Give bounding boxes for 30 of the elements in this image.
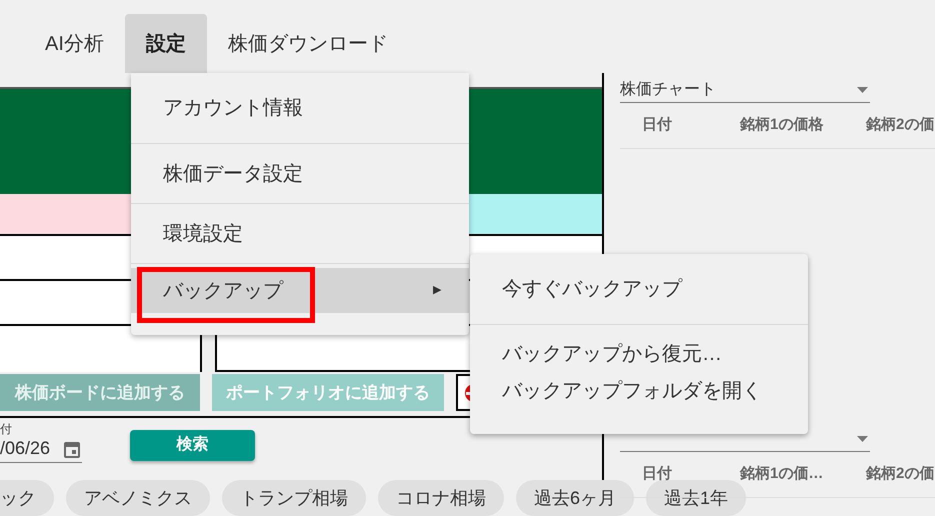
column-header: 日付: [642, 115, 673, 136]
menu-tab[interactable]: 株価ダウンロード: [206, 14, 409, 73]
caret-icon: [857, 436, 868, 442]
chart-select[interactable]: 株価チャート: [620, 78, 870, 103]
submenu-arrow: ▶: [433, 283, 441, 298]
column-header: 銘柄2の価: [866, 115, 934, 136]
column-header: 銘柄1の価格: [740, 115, 824, 136]
menu-item[interactable]: バックアップ ▶: [131, 268, 469, 313]
menu-tab[interactable]: 設定: [124, 14, 207, 73]
menu-item[interactable]: バックアップから復元…: [470, 335, 808, 372]
menu-item[interactable]: 今すぐバックアップ: [470, 266, 808, 312]
field-label: 付: [0, 422, 13, 436]
column-header: 銘柄2の価: [866, 464, 934, 484]
search-button[interactable]: 検索: [130, 430, 255, 461]
input-field[interactable]: [0, 326, 202, 372]
preset-chip[interactable]: ック: [0, 480, 54, 516]
select-value: 株価チャート: [620, 80, 716, 100]
preset-chip[interactable]: コロナ相場: [378, 480, 504, 516]
menu-item[interactable]: 株価データ設定: [131, 151, 469, 196]
menu-item[interactable]: バックアップフォルダを開く: [470, 372, 808, 409]
field-value: /06/26: [0, 437, 50, 460]
caret-icon: [857, 87, 868, 93]
menu-item[interactable]: 環境設定: [131, 211, 469, 256]
calendar-icon[interactable]: [64, 440, 80, 458]
menu-item[interactable]: アカウント情報: [131, 86, 469, 130]
preset-chip[interactable]: アベノミクス: [66, 480, 210, 516]
preset-chip[interactable]: トランプ相場: [222, 480, 366, 516]
preset-chip[interactable]: 過去6ヶ月: [516, 480, 634, 516]
date-field[interactable]: 付 /06/26: [0, 422, 82, 463]
menu-tab[interactable]: AI分析: [24, 14, 125, 73]
